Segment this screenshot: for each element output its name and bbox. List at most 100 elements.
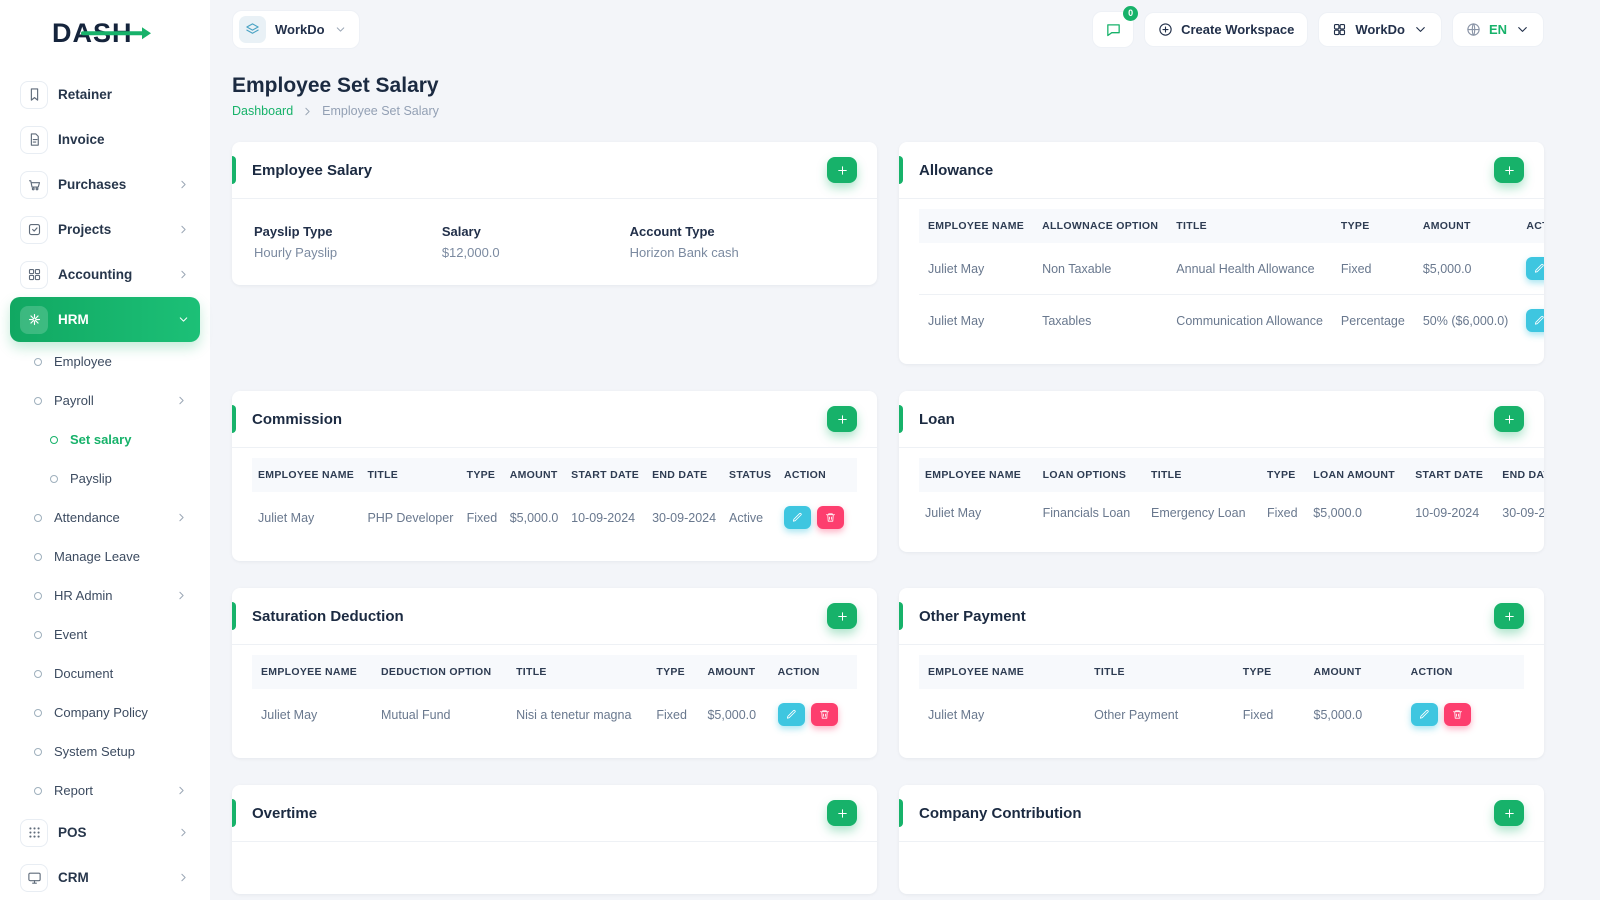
sidebar-item-label: CRM — [58, 870, 89, 885]
column-header: Title — [361, 458, 461, 492]
loan-card: Loan Employee Name Loan Options Title Ty… — [899, 391, 1544, 552]
card-title: Saturation Deduction — [252, 607, 404, 625]
sidebar-item-payslip[interactable]: Payslip — [10, 459, 200, 498]
sidebar-item-report[interactable]: Report — [10, 771, 200, 810]
cell-title: Communication Allowance — [1176, 313, 1323, 328]
add-allowance-button[interactable] — [1494, 157, 1524, 183]
breadcrumb-current: Employee Set Salary — [322, 104, 439, 118]
messages-button[interactable]: 0 — [1092, 5, 1139, 48]
sidebar-item-retainer[interactable]: Retainer — [10, 72, 200, 117]
field-salary: Salary $12,000.0 — [442, 224, 630, 260]
edit-button[interactable] — [783, 506, 811, 529]
sidebar-item-pos[interactable]: POS — [10, 810, 200, 855]
add-overtime-button[interactable] — [827, 800, 857, 826]
sidebar-subitem-label: Attendance — [54, 510, 120, 525]
retainer-icon — [20, 80, 48, 109]
column-header: Action — [1517, 209, 1544, 243]
plus-circle-icon — [1159, 22, 1172, 36]
sidebar-item-payroll[interactable]: Payroll — [10, 381, 200, 420]
delete-button[interactable] — [816, 506, 844, 529]
cell-action — [1517, 295, 1544, 347]
sidebar-item-accounting[interactable]: Accounting — [10, 252, 200, 297]
sidebar-item-label: Accounting — [58, 267, 133, 282]
column-header: Allownace Option — [1033, 209, 1168, 243]
sidebar-item-crm[interactable]: CRM — [10, 855, 200, 900]
salary-fields: Payslip Type Hourly Payslip Salary $12,0… — [232, 199, 877, 285]
sidebar-item-system-setup[interactable]: System Setup — [10, 732, 200, 771]
top-bar: WorkDo 0 Create Workspace WorkDo EN — [232, 0, 1544, 58]
chevron-right-icon — [179, 396, 184, 405]
column-header: Title — [507, 655, 648, 689]
chevron-down-icon — [336, 26, 344, 32]
cell-action — [769, 689, 857, 740]
pencil-icon — [1535, 315, 1544, 325]
globe-icon — [1467, 22, 1480, 36]
add-contribution-button[interactable] — [1494, 800, 1524, 826]
sidebar-item-set-salary[interactable]: Set salary — [10, 420, 200, 459]
delete-button[interactable] — [1443, 703, 1471, 726]
grid-icon — [1334, 23, 1346, 35]
circle-bullet-icon — [34, 396, 42, 405]
column-header: Title — [1085, 655, 1234, 689]
circle-bullet-icon — [34, 630, 42, 639]
plus-icon — [837, 611, 847, 621]
sidebar-item-hr-admin[interactable]: HR Admin — [10, 576, 200, 615]
sidebar-item-manage-leave[interactable]: Manage Leave — [10, 537, 200, 576]
sidebar-item-employee[interactable]: Employee — [10, 342, 200, 381]
top-right-actions: 0 Create Workspace WorkDo EN — [1092, 5, 1544, 48]
card-header: Commission — [232, 391, 877, 448]
create-workspace-button[interactable]: Create Workspace — [1144, 11, 1309, 47]
language-selector[interactable]: EN — [1451, 11, 1544, 47]
edit-button[interactable] — [1526, 309, 1544, 332]
add-loan-button[interactable] — [1494, 406, 1524, 432]
add-commission-button[interactable] — [827, 406, 857, 432]
table-row: Juliet May Non Taxable Annual Health All… — [919, 243, 1544, 295]
sidebar-item-label: Projects — [58, 222, 112, 237]
sidebar-item-hrm[interactable]: HRM — [10, 297, 200, 342]
app-menu-button[interactable]: WorkDo — [1318, 11, 1442, 47]
sidebar-item-purchases[interactable]: Purchases — [10, 162, 200, 207]
other-payment-table: Employee Name Title Type Amount Action J… — [919, 655, 1524, 740]
workspace-selector[interactable]: WorkDo — [232, 9, 360, 49]
sidebar-item-attendance[interactable]: Attendance — [10, 498, 200, 537]
sidebar-item-invoice[interactable]: Invoice — [10, 117, 200, 162]
sidebar-item-event[interactable]: Event — [10, 615, 200, 654]
chat-icon — [1106, 23, 1120, 36]
commission-table: Employee Name Title Type Amount Start Da… — [252, 458, 857, 543]
circle-bullet-icon — [34, 708, 42, 717]
trash-icon — [825, 513, 835, 522]
column-header: Employee Name — [919, 209, 1034, 243]
circle-bullet-icon — [50, 435, 58, 444]
pencil-icon — [1419, 709, 1429, 719]
sidebar-item-company-policy[interactable]: Company Policy — [10, 693, 200, 732]
add-deduction-button[interactable] — [827, 603, 857, 629]
cell-employee: Juliet May — [928, 707, 985, 722]
cell-action — [778, 492, 857, 543]
edit-button[interactable] — [1410, 703, 1438, 726]
sidebar-item-projects[interactable]: Projects — [10, 207, 200, 252]
card-header: Company Contribution — [899, 785, 1544, 842]
pencil-icon — [786, 709, 796, 719]
sidebar-subitem-label: Payroll — [54, 393, 94, 408]
sidebar-item-document[interactable]: Document — [10, 654, 200, 693]
card-header: Overtime — [232, 785, 877, 842]
cell-amount: $5,000.0 — [509, 510, 559, 525]
add-other-payment-button[interactable] — [1494, 603, 1524, 629]
chevron-right-icon — [305, 107, 310, 115]
commission-table-wrap: Employee Name Title Type Amount Start Da… — [232, 448, 877, 561]
field-payslip-type: Payslip Type Hourly Payslip — [254, 224, 442, 260]
column-header: Amount — [1413, 209, 1518, 243]
cell-start-date: 10-09-2024 — [1415, 506, 1480, 520]
circle-bullet-icon — [34, 786, 42, 795]
column-header: Amount — [503, 458, 566, 492]
table-row: Juliet May Taxables Communication Allowa… — [919, 295, 1544, 347]
breadcrumb-dashboard-link[interactable]: Dashboard — [232, 104, 293, 118]
card-title: Loan — [919, 410, 955, 428]
column-header: Title — [1167, 209, 1332, 243]
edit-button[interactable] — [1526, 257, 1544, 280]
delete-button[interactable] — [810, 703, 838, 726]
logo[interactable]: DASH — [0, 0, 210, 66]
edit-button[interactable] — [777, 703, 805, 726]
card-body — [899, 842, 1544, 894]
add-salary-button[interactable] — [827, 157, 857, 183]
